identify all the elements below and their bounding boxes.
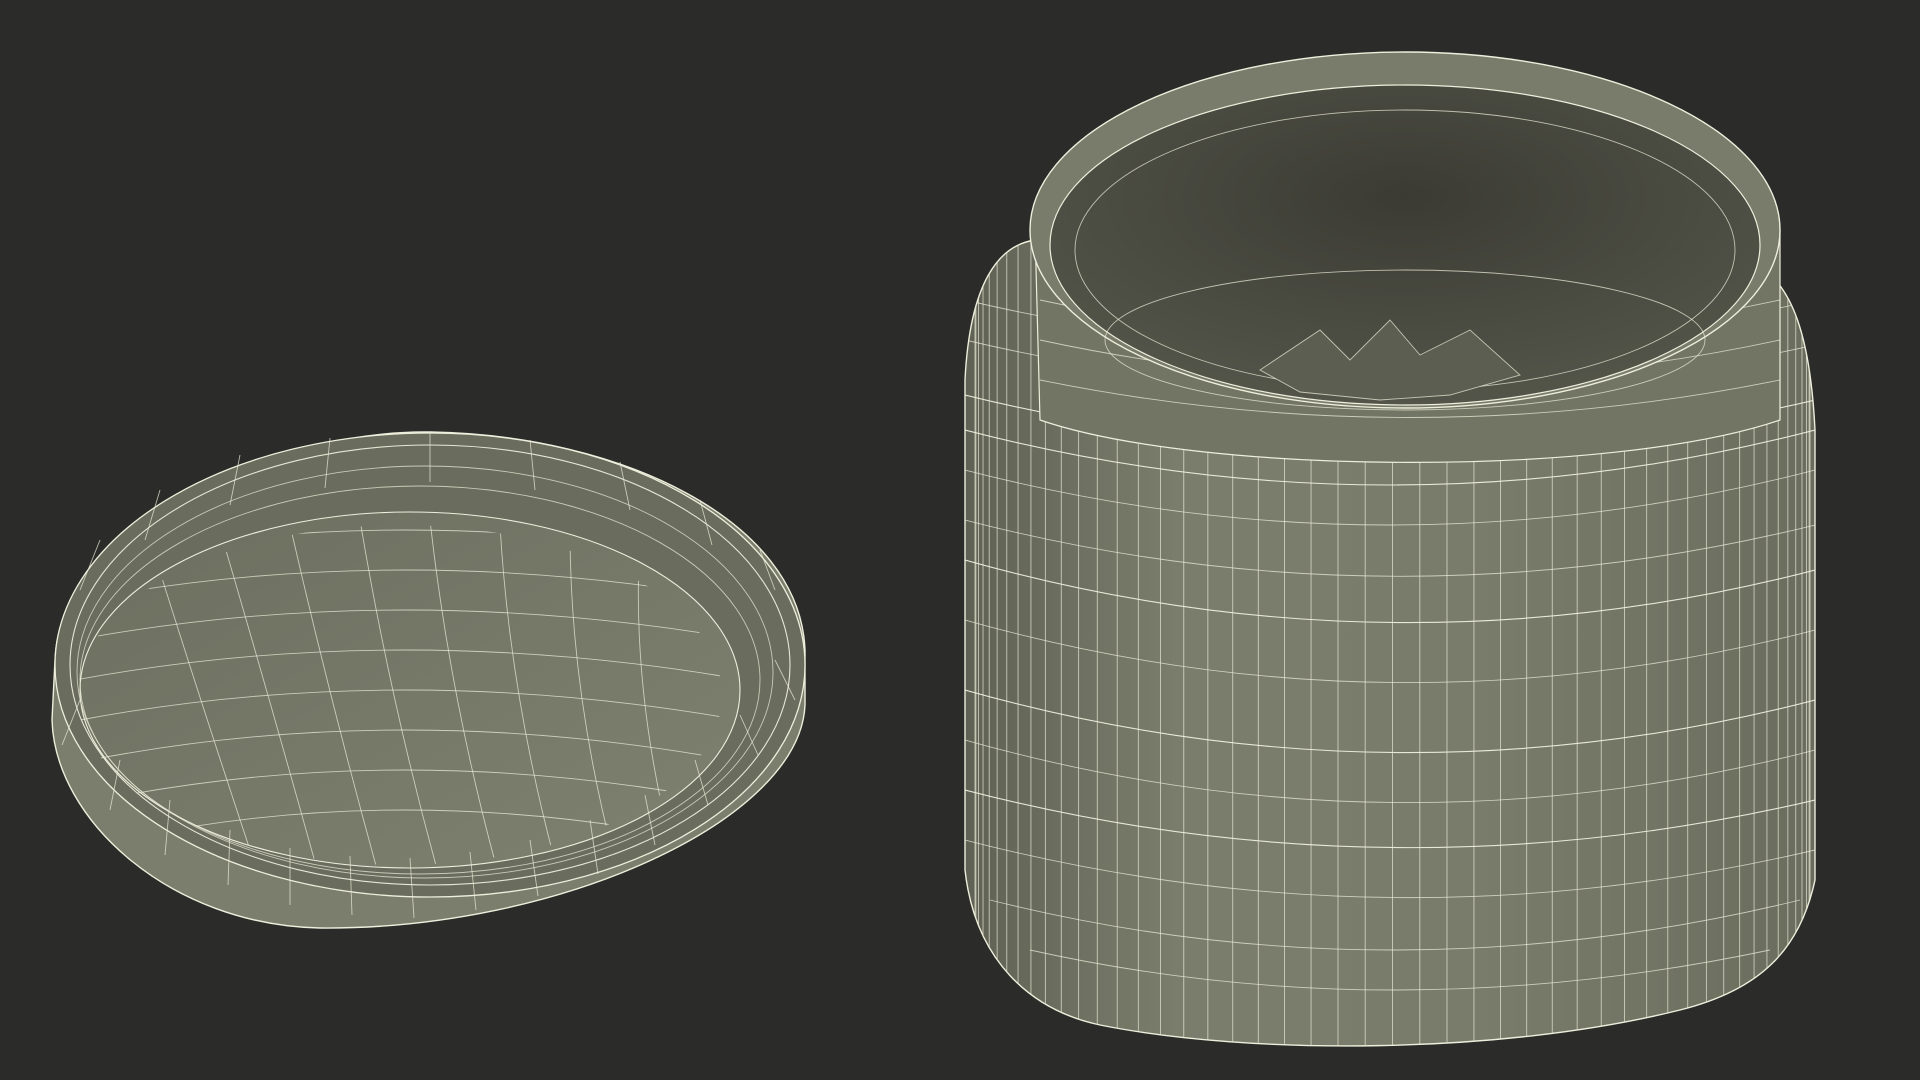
jar-lid-wireframe <box>51 431 806 929</box>
wireframe-viewport: (function(){ const g = document.getEleme… <box>51 51 1816 1047</box>
jar-body-wireframe <box>964 51 1816 1047</box>
